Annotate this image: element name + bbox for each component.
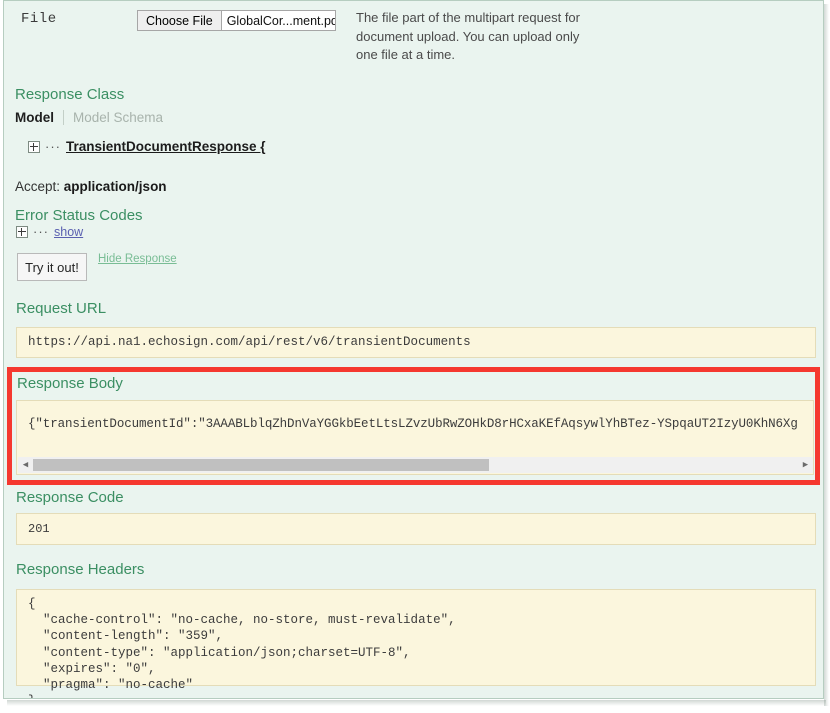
accept-header-line: Accept: application/json xyxy=(15,179,167,194)
selected-file-name: GlobalCor...ment.pdf xyxy=(226,13,335,28)
error-status-show-row[interactable]: ··· show xyxy=(16,225,83,239)
model-tabs: Model Model Schema xyxy=(15,110,163,125)
response-body-highlight-annotation xyxy=(7,367,820,485)
response-code-block: 201 xyxy=(16,513,816,545)
tab-model-schema[interactable]: Model Schema xyxy=(64,110,163,125)
file-parameter-row: File Choose File GlobalCor...ment.pdf Th… xyxy=(4,1,823,73)
file-upload-input[interactable]: Choose File GlobalCor...ment.pdf xyxy=(137,10,336,31)
response-headers-heading: Response Headers xyxy=(16,561,145,578)
file-parameter-label: File xyxy=(21,11,57,27)
request-url-block: https://api.na1.echosign.com/api/rest/v6… xyxy=(16,327,816,358)
choose-file-button[interactable]: Choose File xyxy=(138,11,222,30)
response-headers-block: { "cache-control": "no-cache, no-store, … xyxy=(16,589,816,698)
panel-bottom-shadow xyxy=(7,700,826,706)
file-parameter-description: The file part of the multipart request f… xyxy=(356,10,580,62)
response-code-value: 201 xyxy=(28,522,50,536)
swagger-api-page: File Choose File GlobalCor...ment.pdf Th… xyxy=(0,0,830,713)
request-url-value: https://api.na1.echosign.com/api/rest/v6… xyxy=(28,335,471,349)
tab-model[interactable]: Model xyxy=(15,110,63,125)
model-name-link[interactable]: TransientDocumentResponse { xyxy=(66,139,266,154)
response-headers-value: { "cache-control": "no-cache, no-store, … xyxy=(28,597,456,698)
model-tree-row[interactable]: ··· TransientDocumentResponse { xyxy=(28,139,266,154)
response-class-heading: Response Class xyxy=(15,86,125,103)
try-it-out-button[interactable]: Try it out! xyxy=(17,253,87,281)
accept-label: Accept: xyxy=(15,179,61,194)
ellipsis-icon: ··· xyxy=(45,138,61,154)
expand-plus-icon[interactable] xyxy=(16,226,28,238)
expand-plus-icon[interactable] xyxy=(28,140,40,153)
show-link[interactable]: show xyxy=(54,225,83,239)
request-url-heading: Request URL xyxy=(16,300,107,317)
accept-value: application/json xyxy=(63,179,167,194)
api-operation-panel: File Choose File GlobalCor...ment.pdf Th… xyxy=(3,0,824,699)
ellipsis-icon: ··· xyxy=(33,224,49,239)
hide-response-link[interactable]: Hide Response xyxy=(98,253,177,265)
error-status-codes-heading: Error Status Codes xyxy=(15,207,143,224)
panel-right-shadow xyxy=(824,4,829,706)
response-code-heading: Response Code xyxy=(16,489,124,506)
